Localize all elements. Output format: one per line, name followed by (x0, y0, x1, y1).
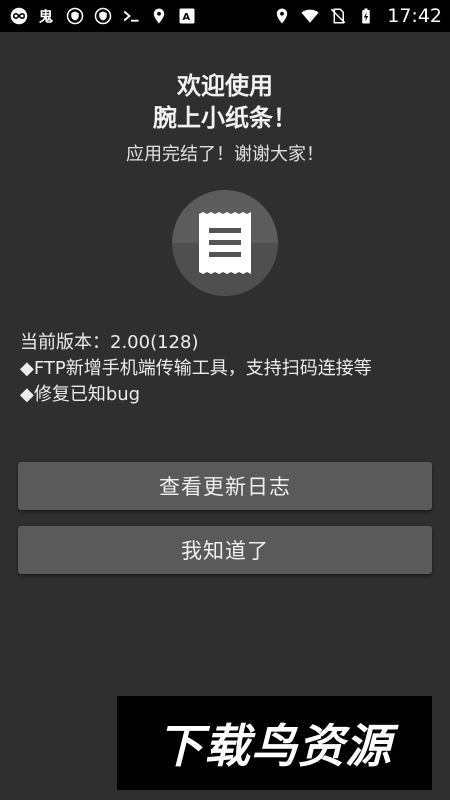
status-bar-left: 鬼 A (10, 7, 196, 25)
vpn-shield-icon (94, 7, 112, 25)
location-icon (273, 7, 291, 25)
changelog-item: ◆FTP新增手机端传输工具，支持扫码连接等 (20, 358, 372, 379)
status-bar-right: 17:42 (273, 5, 442, 27)
vpn-shield-icon (66, 7, 84, 25)
infinity-icon (10, 7, 28, 25)
font-icon: A (178, 7, 196, 25)
version-info: 当前版本：2.00(128) ◆FTP新增手机端传输工具，支持扫码连接等 ◆修复… (20, 330, 430, 408)
welcome-title-line2: 腕上小纸条！ (153, 104, 297, 132)
svg-text:A: A (183, 12, 191, 23)
no-sim-icon (329, 7, 347, 25)
status-bar: 鬼 A 17:42 (0, 0, 450, 32)
watermark-logo: 下载鸟资源 (117, 696, 432, 790)
changelog-item: ◆修复已知bug (20, 384, 141, 405)
welcome-header: 欢迎使用 腕上小纸条！ 应用完结了！谢谢大家！ (0, 70, 450, 168)
location-icon (150, 7, 168, 25)
welcome-subtitle: 应用完结了！谢谢大家！ (126, 144, 324, 165)
welcome-title-line1: 欢迎使用 (177, 72, 273, 100)
got-it-button[interactable]: 我知道了 (18, 526, 432, 574)
wifi-icon (301, 7, 319, 25)
watermark-text: 下载鸟资源 (157, 719, 392, 773)
battery-charging-icon (357, 7, 375, 25)
version-text: 当前版本：2.00(128) (20, 332, 199, 353)
svg-text:鬼: 鬼 (39, 7, 53, 25)
receipt-icon (172, 190, 278, 296)
view-changelog-button[interactable]: 查看更新日志 (18, 462, 432, 510)
terminal-icon (122, 7, 140, 25)
ghost-icon: 鬼 (38, 7, 56, 25)
clock: 17:42 (387, 5, 442, 27)
